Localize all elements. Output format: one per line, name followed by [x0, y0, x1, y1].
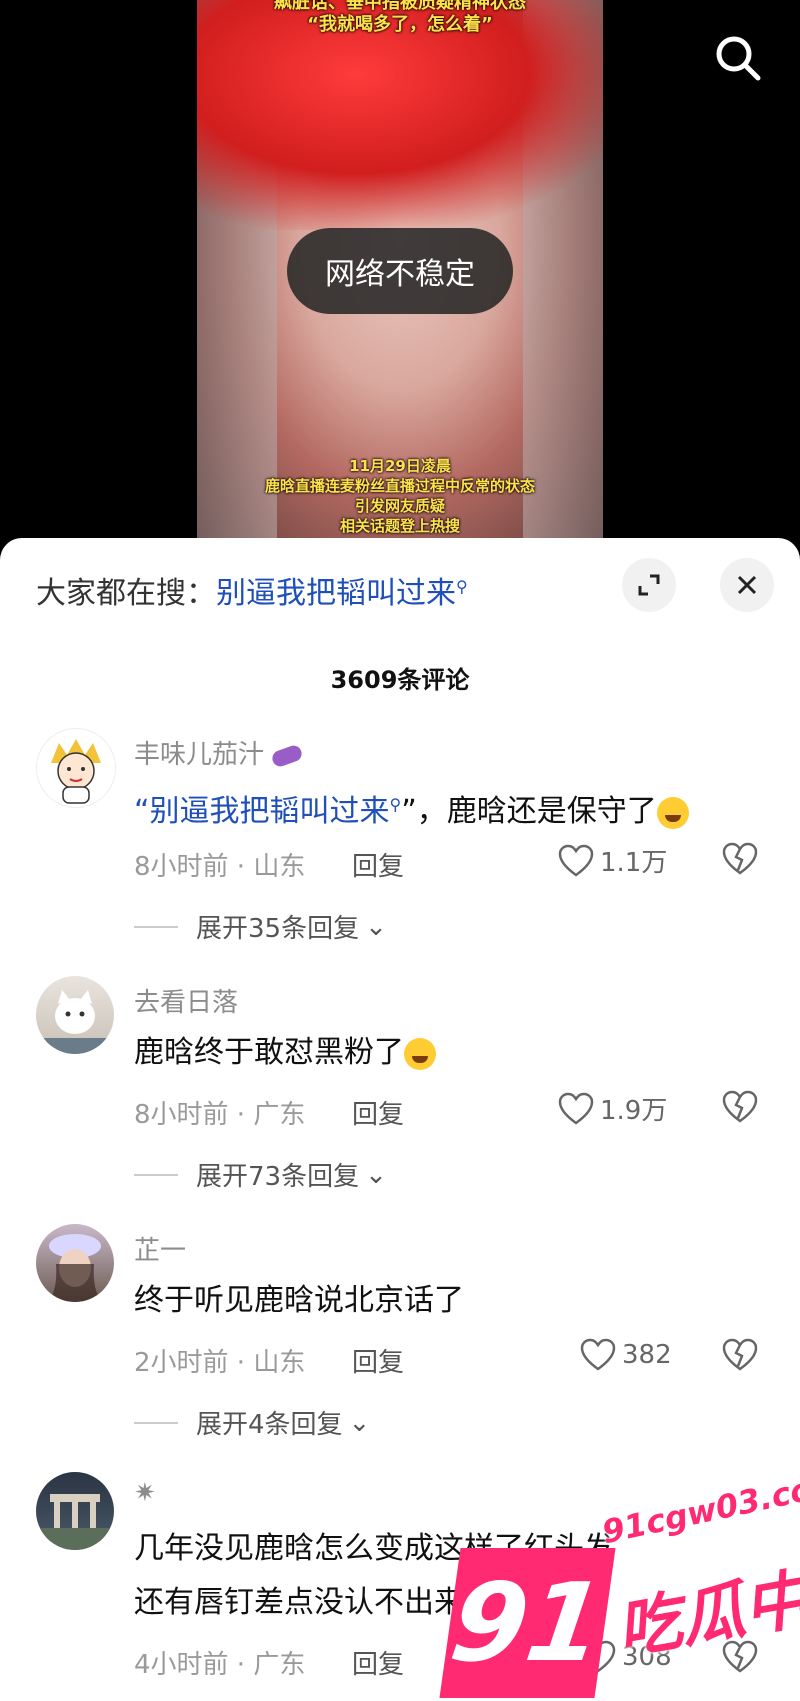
expand-replies[interactable]: 展开35条回复 ⌄ — [134, 908, 387, 945]
comment-text: “别逼我把韬叫过来⚲”，鹿晗还是保守了 — [134, 778, 774, 839]
reply-button[interactable]: 回复 — [352, 1094, 404, 1131]
like-count: 1.1万 — [600, 848, 668, 878]
dislike-button[interactable] — [722, 1090, 758, 1126]
expand-replies[interactable]: 展开73条回复 ⌄ — [134, 1156, 387, 1193]
avatar[interactable] — [36, 976, 114, 1054]
divider — [134, 925, 178, 928]
search-icon[interactable] — [708, 28, 768, 88]
trending-prefix: 大家都在搜： — [36, 576, 216, 611]
comment-text: 鹿晗终于敢怼黑粉了 — [134, 1026, 774, 1080]
expand-icon — [638, 574, 660, 596]
reply-button[interactable]: 回复 — [352, 1342, 404, 1379]
broken-heart-icon — [722, 1338, 758, 1371]
video-player[interactable]: 飙脏话、垂中指被质疑精神状态 “我就喝多了，怎么着” 11月29日凌晨 鹿晗直播… — [0, 0, 800, 560]
like-button[interactable]: 1.1万 — [558, 842, 667, 879]
username-text: 丰味儿茄汁 — [134, 740, 265, 770]
heart-icon — [580, 1338, 616, 1371]
caption-bottom-line: 引发网友质疑 — [354, 497, 445, 515]
broken-heart-icon — [722, 1090, 758, 1123]
divider — [134, 1421, 178, 1424]
chevron-down-icon: ⌄ — [365, 1159, 387, 1190]
comment-text: 终于听见鹿晗说北京话了 — [134, 1283, 464, 1318]
reply-button[interactable]: 回复 — [352, 1644, 404, 1681]
avatar[interactable] — [36, 1224, 114, 1302]
expand-replies-label: 展开73条回复 — [196, 1162, 360, 1192]
heart-icon — [558, 1092, 594, 1125]
username[interactable]: 丰味儿茄汁 — [134, 734, 305, 771]
like-count: 1.9万 — [600, 1096, 668, 1126]
caption-top-line-2: “我就喝多了，怎么着” — [307, 14, 493, 35]
crying-emoji-icon — [404, 1037, 436, 1070]
dislike-button[interactable] — [722, 842, 758, 878]
laughing-crying-emoji-icon — [656, 796, 689, 829]
watermark-number: 91 — [439, 1548, 616, 1698]
network-toast: 网络不稳定 — [287, 228, 513, 314]
like-count: 382 — [622, 1340, 672, 1370]
comment-search-link[interactable]: “别逼我把韬叫过来 — [134, 794, 390, 829]
search-icon: ⚲ — [389, 795, 402, 814]
watermark-brand: 吃瓜中心 — [611, 1551, 800, 1669]
avatar[interactable] — [36, 728, 116, 808]
username[interactable]: 去看日落 — [134, 982, 238, 1019]
broken-heart-icon — [722, 842, 758, 875]
close-button[interactable] — [720, 558, 774, 612]
comment-count: 3609条评论 — [330, 666, 470, 694]
video-caption-bottom: 11月29日凌晨 鹿晗直播连麦粉丝直播过程中反常的状态 引发网友质疑 相关话题登… — [197, 456, 603, 536]
avatar[interactable] — [36, 1472, 114, 1550]
expand-replies[interactable]: 展开4条回复 ⌄ — [134, 1404, 370, 1441]
like-button[interactable]: 1.9万 — [558, 1090, 667, 1127]
caption-bottom-line: 鹿晗直播连麦粉丝直播过程中反常的状态 — [264, 477, 535, 495]
close-icon — [737, 575, 757, 595]
watermark: 91 91cgw03.com 吃瓜中心 — [439, 1463, 800, 1701]
video-caption-top: 飙脏话、垂中指被质疑精神状态 “我就喝多了，怎么着” — [197, 0, 603, 36]
comment-meta: 2小时前 · 山东 — [134, 1348, 306, 1378]
comment-meta: 8小时前 · 广东 — [134, 1100, 306, 1130]
chevron-down-icon: ⌄ — [365, 911, 387, 942]
dislike-button[interactable] — [722, 1338, 758, 1374]
comment-meta: 8小时前 · 山东 — [134, 852, 306, 882]
expand-replies-label: 展开35条回复 — [196, 914, 360, 944]
trending-search[interactable]: 大家都在搜：别逼我把韬叫过来⚲ — [36, 568, 468, 612]
heart-icon — [558, 844, 594, 877]
expand-replies-label: 展开4条回复 — [196, 1410, 343, 1440]
trending-link[interactable]: 别逼我把韬叫过来 — [216, 576, 456, 611]
search-icon: ⚲ — [456, 577, 468, 596]
caption-bottom-line: 相关话题登上热搜 — [339, 517, 460, 535]
divider — [134, 1173, 178, 1176]
username[interactable]: ✷ — [134, 1478, 156, 1508]
like-button[interactable]: 382 — [580, 1338, 672, 1372]
comment-meta: 4小时前 · 广东 — [134, 1650, 306, 1680]
eggplant-icon — [270, 742, 305, 769]
fullscreen-button[interactable] — [622, 558, 676, 612]
comment-text-rest: ”，鹿晗还是保守了 — [401, 794, 657, 829]
chevron-down-icon: ⌄ — [348, 1407, 371, 1438]
username[interactable]: 芷一 — [134, 1230, 186, 1267]
caption-bottom-line: 11月29日凌晨 — [349, 457, 451, 475]
caption-top-line-1: 飙脏话、垂中指被质疑精神状态 — [274, 0, 526, 13]
comment-text-body: 鹿晗终于敢怼黑粉了 — [134, 1035, 404, 1070]
reply-button[interactable]: 回复 — [352, 846, 404, 883]
